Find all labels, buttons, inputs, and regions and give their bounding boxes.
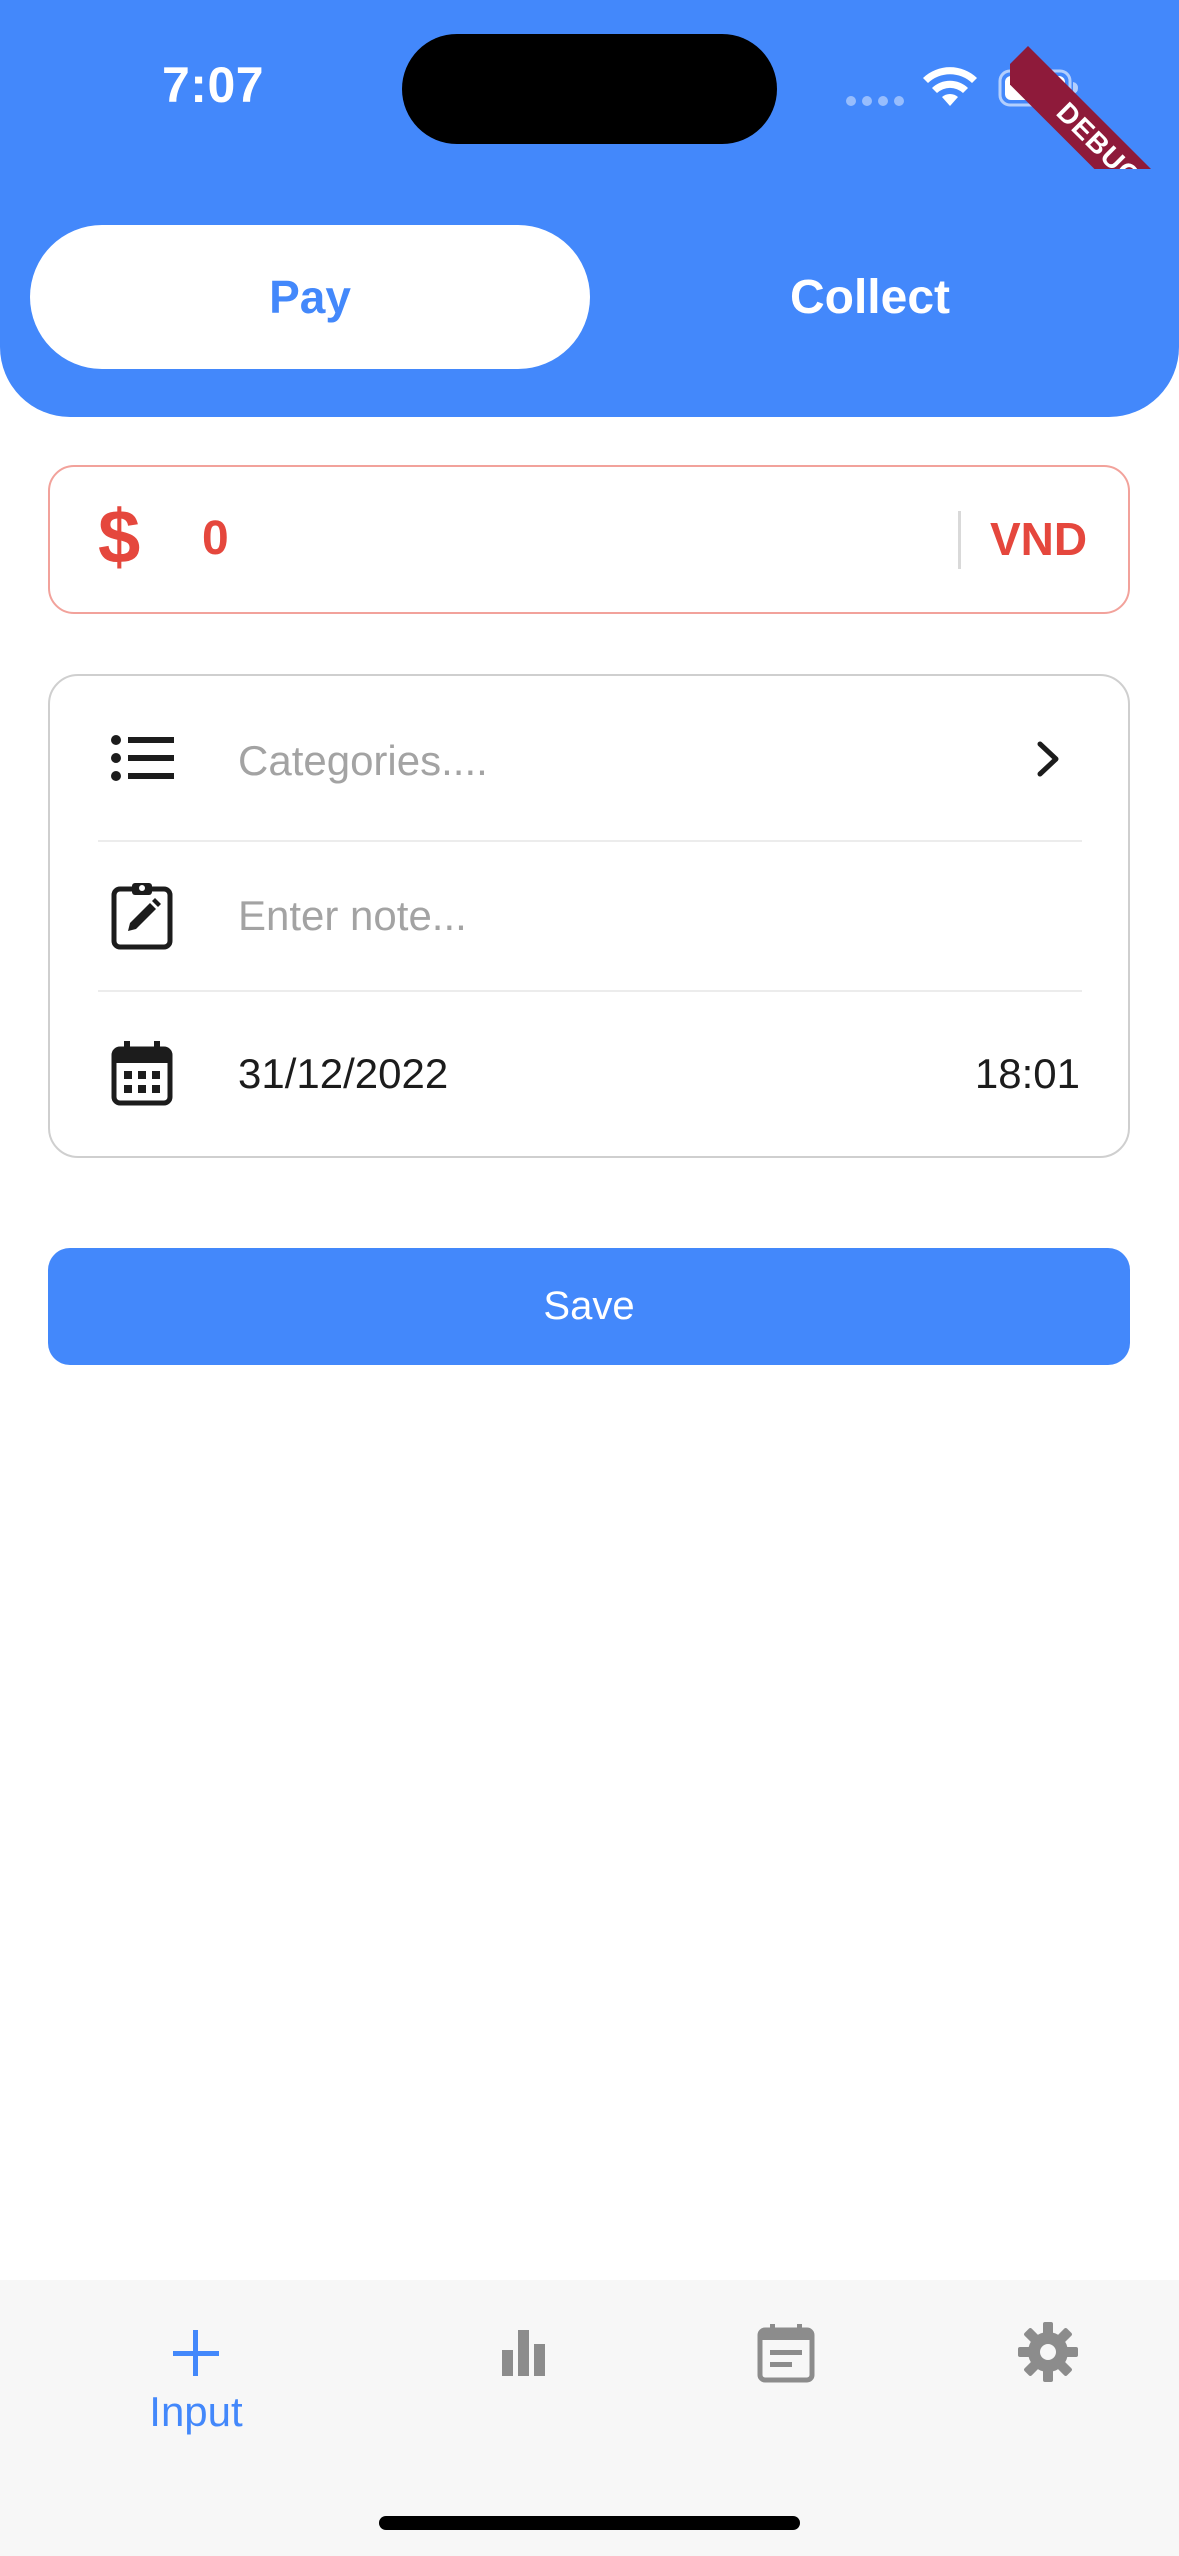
dynamic-island — [402, 34, 777, 144]
nav-item-settings[interactable] — [917, 2280, 1179, 2500]
status-bar-time: 7:07 — [162, 57, 265, 113]
tab-pay[interactable]: Pay — [30, 225, 590, 369]
calendar-note-icon — [757, 2324, 815, 2383]
date-row[interactable]: 31/12/2022 18:01 — [50, 991, 1128, 1156]
list-icon — [111, 735, 174, 781]
plus-icon — [173, 2330, 219, 2376]
calendar-icon — [111, 1041, 173, 1106]
note-row[interactable]: Enter note... — [50, 841, 1128, 991]
nav-item-stats[interactable] — [393, 2280, 655, 2500]
nav-item-calendar[interactable] — [655, 2280, 917, 2500]
cellular-signal-icon — [846, 96, 904, 106]
tab-collect[interactable]: Collect — [590, 225, 1150, 369]
gear-icon — [1018, 2322, 1078, 2382]
amount-divider — [958, 511, 961, 569]
date-value[interactable]: 31/12/2022 — [238, 1049, 448, 1099]
amount-input[interactable]: 0 — [202, 511, 229, 567]
nav-label-input: Input — [149, 2388, 243, 2435]
note-input[interactable]: Enter note... — [238, 891, 467, 941]
bar-chart-icon — [502, 2330, 545, 2376]
debug-banner: DEBUG — [1010, 0, 1179, 169]
currency-label: VND — [990, 513, 1088, 565]
categories-row[interactable]: Categories.... — [50, 676, 1128, 841]
categories-placeholder: Categories.... — [238, 737, 488, 784]
home-indicator — [379, 2516, 800, 2530]
wifi-icon — [923, 67, 977, 106]
clipboard-edit-icon — [111, 883, 173, 950]
details-card: Categories.... Enter note... 31/12/2022 … — [48, 674, 1130, 1158]
dollar-icon: $ — [98, 495, 141, 580]
app-header: 7:07 DEBUG Pay Collect — [0, 0, 1179, 417]
save-button[interactable]: Save — [48, 1248, 1130, 1365]
time-value[interactable]: 18:01 — [975, 1049, 1080, 1099]
amount-field[interactable]: $ 0 VND — [48, 465, 1130, 614]
bottom-nav: Input — [0, 2280, 1179, 2556]
nav-item-input[interactable]: Input — [65, 2280, 327, 2500]
debug-label: DEBUG — [1010, 46, 1179, 169]
chevron-right-icon — [1037, 741, 1059, 777]
